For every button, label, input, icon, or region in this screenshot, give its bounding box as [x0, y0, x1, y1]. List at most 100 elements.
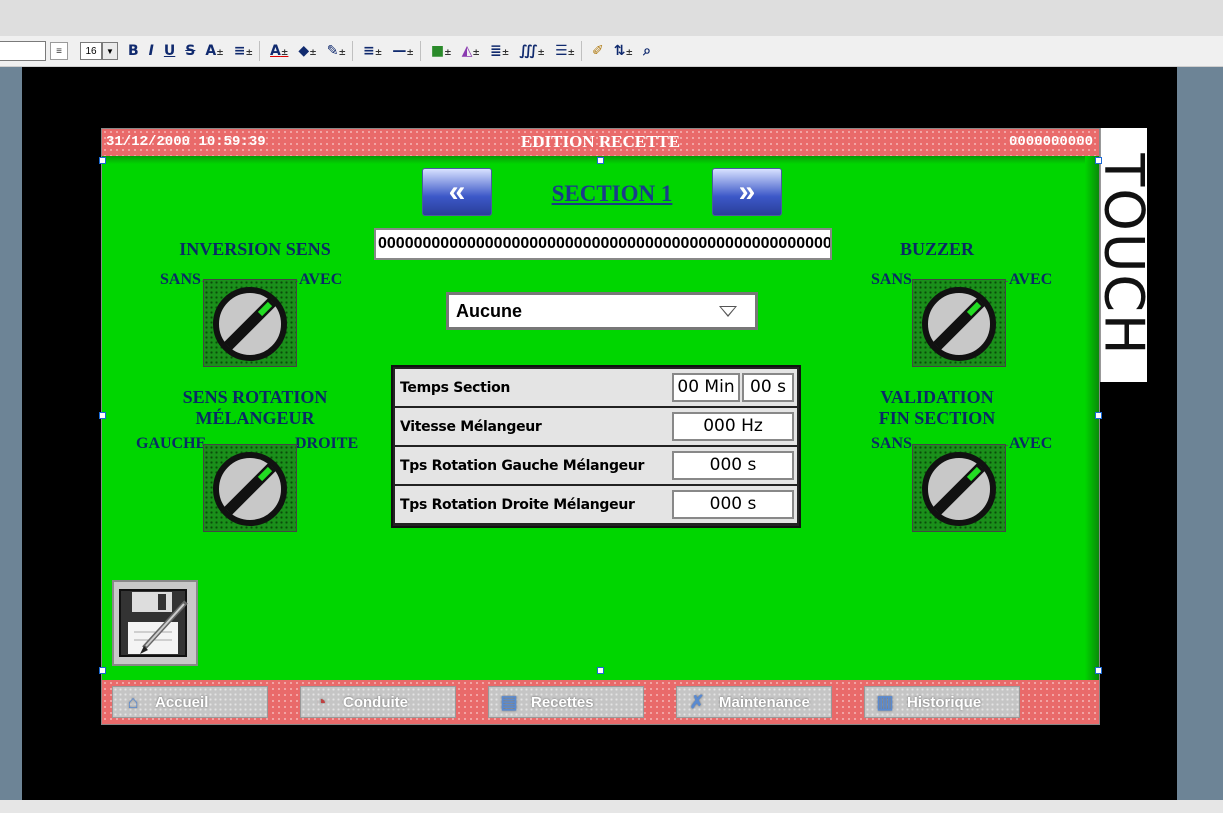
zoom-icon[interactable]: ⌕	[643, 43, 651, 59]
inversion-left-label: SANS	[160, 271, 201, 288]
validation-left-label: SANS	[871, 435, 912, 452]
nav-accueil-label: Accueil	[155, 693, 209, 711]
font-size-grow-icon: A	[205, 43, 217, 59]
nav-maintenance-label: Maintenance	[719, 693, 810, 711]
top-bar	[0, 0, 1223, 37]
layer-icon: ⇅	[613, 43, 626, 59]
line-color-icon: ✎	[326, 43, 339, 59]
next-section-button[interactable]: »	[712, 168, 782, 216]
tps-rotation-droite-field[interactable]: 000 s	[672, 490, 794, 519]
distribute-icon: ∭	[519, 43, 538, 59]
sens-rotation-switch[interactable]	[203, 444, 297, 532]
layer-button[interactable]: ⇅±	[614, 43, 633, 59]
vitesse-melangeur-field[interactable]: 000 Hz	[672, 412, 794, 441]
buzzer-left-label: SANS	[871, 271, 912, 288]
toolbar-divider	[352, 41, 354, 61]
align-objects-button[interactable]: ≣±	[490, 43, 509, 59]
same-size-button[interactable]: ☰±	[555, 43, 575, 59]
tps-rotation-gauche-field[interactable]: 000 s	[672, 451, 794, 480]
buzzer-switch[interactable]	[912, 279, 1006, 367]
nav-maintenance-button[interactable]: ✗ Maintenance	[676, 686, 832, 718]
chevron-down-icon[interactable]: ▼	[102, 42, 118, 60]
recipe-name-field[interactable]: 0000000000000000000000000000000000000000…	[374, 228, 832, 260]
sens-rotation-title-2: MÉLANGEUR	[195, 408, 315, 428]
tps-rotation-gauche-label: Tps Rotation Gauche Mélangeur	[400, 457, 645, 474]
align-button[interactable]: ≡±	[234, 43, 253, 59]
font-size-input[interactable]: 16	[80, 42, 102, 60]
nav-historique-label: Historique	[907, 693, 982, 711]
history-icon: ▥	[876, 691, 894, 712]
nav-historique-button[interactable]: ▥ Historique	[864, 686, 1020, 718]
chevron-down-icon[interactable]	[719, 305, 737, 317]
line-width-button[interactable]: —±	[392, 43, 414, 59]
rotary-switch-icon	[922, 452, 996, 526]
selection-handle[interactable]	[597, 667, 604, 674]
gauge-icon: ◔	[315, 691, 327, 712]
italic-button[interactable]: I	[149, 43, 154, 59]
fill-color-button[interactable]: ◆±	[298, 43, 316, 59]
right-margin	[1177, 67, 1223, 800]
shadow-button[interactable]: ■±	[431, 43, 452, 59]
buzzer-right-label: AVEC	[1009, 271, 1053, 288]
selection-handle[interactable]	[1095, 667, 1102, 674]
inversion-sens-title: INVERSION SENS	[179, 239, 331, 259]
save-button[interactable]	[112, 580, 198, 666]
underline-button[interactable]: U	[164, 43, 175, 59]
wrench-icon: ✗	[689, 691, 705, 712]
recipe-select[interactable]: Aucune	[446, 292, 758, 330]
strikethrough-button[interactable]: S	[185, 43, 195, 59]
font-color-button[interactable]: A±	[270, 43, 288, 59]
previous-section-button[interactable]: «	[422, 168, 492, 216]
font-size-grow-button[interactable]: A±	[205, 43, 223, 59]
touch-label-text: TOUCH	[1092, 153, 1156, 357]
same-size-icon: ☰	[554, 43, 568, 59]
format-toolbar: ≡ 16 ▼ B I U S A± ≡± A± ◆± ✎± ≡± —± ■± ◭…	[0, 36, 1223, 67]
rotate-button[interactable]: ◭±	[462, 43, 480, 59]
rotate-icon: ◭	[461, 43, 473, 59]
selection-handle[interactable]	[99, 412, 106, 419]
buzzer-title: BUZZER	[899, 239, 975, 259]
toolbar-divider	[259, 41, 261, 61]
selection-handle[interactable]	[99, 157, 106, 164]
section-title: SECTION 1	[551, 181, 673, 206]
validation-switch[interactable]	[912, 444, 1006, 532]
table-row: Tps Rotation Gauche Mélangeur 000 s	[395, 447, 797, 484]
rotary-switch-icon	[213, 452, 287, 526]
validation-title-1: VALIDATION	[880, 387, 994, 407]
table-row: Tps Rotation Droite Mélangeur 000 s	[395, 486, 797, 523]
selection-handle[interactable]	[1095, 157, 1102, 164]
validation-right-label: AVEC	[1009, 435, 1053, 452]
screen-header: 31/12/2000 10:59:39 EDITION RECETTE 0000…	[102, 129, 1099, 156]
counter-display: 0000000000	[1008, 134, 1093, 150]
format-painter-icon[interactable]: ✐	[592, 43, 604, 59]
selection-handle[interactable]	[597, 157, 604, 164]
nav-recettes-label: Recettes	[531, 693, 594, 711]
nav-recettes-button[interactable]: ▤ Recettes	[488, 686, 644, 718]
page-title: EDITION RECETTE	[520, 132, 681, 151]
nav-conduite-label: Conduite	[343, 693, 408, 711]
bold-button[interactable]: B	[128, 43, 139, 59]
temps-section-label: Temps Section	[400, 379, 511, 396]
line-color-button[interactable]: ✎±	[327, 43, 346, 59]
parameter-table: Temps Section 00 Min 00 s Vitesse Mélang…	[391, 365, 801, 528]
nav-accueil-button[interactable]: ⌂ Accueil	[112, 686, 268, 718]
temps-section-sec-field[interactable]: 00 s	[742, 373, 794, 402]
recipe-select-value: Aucune	[456, 300, 523, 321]
font-list-icon[interactable]: ≡	[50, 42, 68, 60]
selection-handle[interactable]	[99, 667, 106, 674]
table-row: Vitesse Mélangeur 000 Hz	[395, 408, 797, 445]
footer-nav: ⌂ Accueil ◔ Conduite ▤ Recettes ✗ Mainte…	[102, 680, 1099, 724]
hmi-screen: 31/12/2000 10:59:39 EDITION RECETTE 0000…	[99, 128, 1102, 725]
temps-section-min-field[interactable]: 00 Min	[672, 373, 740, 402]
inversion-sens-switch[interactable]	[203, 279, 297, 367]
rotary-switch-icon	[213, 287, 287, 361]
distribute-button[interactable]: ∭±	[519, 43, 545, 59]
double-right-arrow-icon: »	[738, 175, 756, 208]
font-color-icon: A	[270, 43, 281, 59]
line-style-button[interactable]: ≡±	[363, 43, 382, 59]
font-name-input[interactable]	[0, 41, 46, 61]
tps-rotation-droite-label: Tps Rotation Droite Mélangeur	[400, 496, 635, 513]
inversion-right-label: AVEC	[299, 271, 343, 288]
selection-handle[interactable]	[1095, 412, 1102, 419]
nav-conduite-button[interactable]: ◔ Conduite	[300, 686, 456, 718]
